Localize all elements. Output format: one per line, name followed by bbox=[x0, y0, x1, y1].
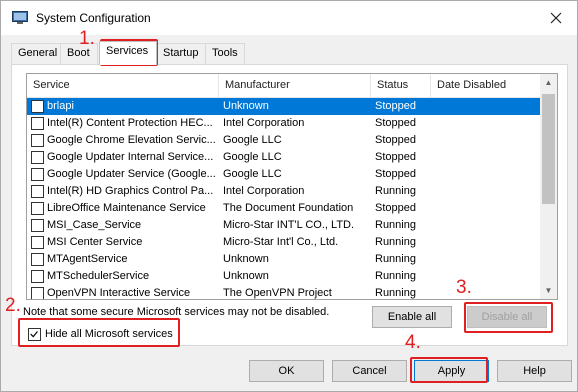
close-icon[interactable] bbox=[545, 7, 567, 29]
window-title: System Configuration bbox=[36, 11, 151, 25]
step-label-1: 1. bbox=[79, 28, 95, 49]
service-checkbox[interactable] bbox=[31, 236, 44, 249]
status-cell: Running bbox=[375, 287, 416, 299]
table-row[interactable]: Intel(R) Content Protection HEC... Intel … bbox=[27, 115, 545, 132]
manufacturer-cell: Intel Corporation bbox=[223, 185, 305, 197]
vertical-scrollbar[interactable]: ▲ ▼ bbox=[540, 74, 557, 299]
enable-all-button[interactable]: Enable all bbox=[372, 306, 452, 328]
highlight-box-apply bbox=[410, 357, 488, 383]
status-cell: Running bbox=[375, 219, 416, 231]
service-name-cell: Google Updater Internal Service... bbox=[47, 151, 214, 163]
status-cell: Stopped bbox=[375, 151, 416, 163]
manufacturer-cell: Micro-Star Int'l Co., Ltd. bbox=[223, 236, 339, 248]
service-checkbox[interactable] bbox=[31, 219, 44, 232]
service-checkbox[interactable] bbox=[31, 202, 44, 215]
table-row[interactable]: Google Updater Internal Service... Google… bbox=[27, 149, 545, 166]
status-cell: Stopped bbox=[375, 134, 416, 146]
status-cell: Stopped bbox=[375, 202, 416, 214]
service-name-cell: LibreOffice Maintenance Service bbox=[47, 202, 206, 214]
service-checkbox[interactable] bbox=[31, 253, 44, 266]
table-row[interactable]: Google Chrome Elevation Servic... Google … bbox=[27, 132, 545, 149]
column-header-date-disabled[interactable]: Date Disabled bbox=[431, 74, 541, 98]
service-name-cell: Intel(R) HD Graphics Control Pa... bbox=[47, 185, 214, 197]
status-cell: Stopped bbox=[375, 100, 416, 112]
help-button[interactable]: Help bbox=[497, 360, 572, 382]
service-checkbox[interactable] bbox=[31, 100, 44, 113]
tab-general[interactable]: General bbox=[11, 43, 61, 64]
status-cell: Running bbox=[375, 185, 416, 197]
status-cell: Running bbox=[375, 253, 416, 265]
service-checkbox[interactable] bbox=[31, 134, 44, 147]
scroll-down-icon[interactable]: ▼ bbox=[540, 282, 557, 299]
step-label-2: 2. bbox=[5, 295, 21, 316]
manufacturer-cell: Micro-Star INT'L CO., LTD. bbox=[223, 219, 355, 231]
column-header-service[interactable]: Service bbox=[27, 74, 219, 98]
service-name-cell: MSI Center Service bbox=[47, 236, 143, 248]
service-name-cell: Intel(R) Content Protection HEC... bbox=[47, 117, 213, 129]
system-configuration-icon bbox=[12, 11, 28, 24]
step-label-3: 3. bbox=[456, 277, 472, 298]
scroll-up-icon[interactable]: ▲ bbox=[540, 74, 557, 91]
manufacturer-cell: Unknown bbox=[223, 253, 269, 265]
manufacturer-cell: Intel Corporation bbox=[223, 117, 305, 129]
service-checkbox[interactable] bbox=[31, 287, 44, 299]
service-checkbox[interactable] bbox=[31, 168, 44, 181]
table-row[interactable]: Intel(R) HD Graphics Control Pa... Intel … bbox=[27, 183, 545, 200]
manufacturer-cell: The Document Foundation bbox=[223, 202, 354, 214]
service-name-cell: OpenVPN Interactive Service bbox=[47, 287, 191, 299]
table-row[interactable]: LibreOffice Maintenance Service The Docum… bbox=[27, 200, 545, 217]
service-checkbox[interactable] bbox=[31, 185, 44, 198]
service-name-cell: MSI_Case_Service bbox=[47, 219, 142, 231]
table-row[interactable]: brlapi Unknown Stopped bbox=[27, 98, 545, 115]
manufacturer-cell: Google LLC bbox=[223, 134, 282, 146]
step-label-4: 4. bbox=[405, 332, 421, 353]
manufacturer-cell: Unknown bbox=[223, 100, 269, 112]
system-configuration-window: System Configuration General Boot Servic… bbox=[0, 0, 578, 392]
tab-tools[interactable]: Tools bbox=[205, 43, 245, 64]
service-checkbox[interactable] bbox=[31, 270, 44, 283]
table-row[interactable]: MSI_Case_Service Micro-Star INT'L CO., LT… bbox=[27, 217, 545, 234]
manufacturer-cell: Google LLC bbox=[223, 168, 282, 180]
list-header: Service Manufacturer Status Date Disable… bbox=[27, 74, 557, 98]
ok-button[interactable]: OK bbox=[249, 360, 324, 382]
table-row[interactable]: MSI Center Service Micro-Star Int'l Co., … bbox=[27, 234, 545, 251]
highlight-box-disable-all bbox=[464, 302, 553, 333]
service-name-cell: Google Chrome Elevation Servic... bbox=[47, 134, 216, 146]
table-row[interactable]: MTAgentService Unknown Running bbox=[27, 251, 545, 268]
tab-services[interactable]: Services bbox=[99, 41, 157, 65]
status-cell: Running bbox=[375, 270, 416, 282]
status-cell: Stopped bbox=[375, 117, 416, 129]
service-checkbox[interactable] bbox=[31, 151, 44, 164]
status-cell: Running bbox=[375, 236, 416, 248]
column-header-manufacturer[interactable]: Manufacturer bbox=[219, 74, 371, 98]
service-name-cell: MTAgentService bbox=[47, 253, 128, 265]
service-name-cell: brlapi bbox=[47, 100, 74, 112]
highlight-box-hide-ms bbox=[18, 318, 180, 347]
manufacturer-cell: Unknown bbox=[223, 270, 269, 282]
service-name-cell: MTSchedulerService bbox=[47, 270, 150, 282]
manufacturer-cell: The OpenVPN Project bbox=[223, 287, 332, 299]
scrollbar-thumb[interactable] bbox=[542, 94, 555, 204]
services-list[interactable]: Service Manufacturer Status Date Disable… bbox=[26, 73, 558, 300]
table-row[interactable]: Google Updater Service (Google... Google … bbox=[27, 166, 545, 183]
secure-services-note: Note that some secure Microsoft services… bbox=[23, 306, 330, 318]
status-cell: Stopped bbox=[375, 168, 416, 180]
manufacturer-cell: Google LLC bbox=[223, 151, 282, 163]
column-header-status[interactable]: Status bbox=[371, 74, 431, 98]
cancel-button[interactable]: Cancel bbox=[332, 360, 407, 382]
tab-startup[interactable]: Startup bbox=[156, 43, 206, 64]
service-checkbox[interactable] bbox=[31, 117, 44, 130]
service-name-cell: Google Updater Service (Google... bbox=[47, 168, 216, 180]
